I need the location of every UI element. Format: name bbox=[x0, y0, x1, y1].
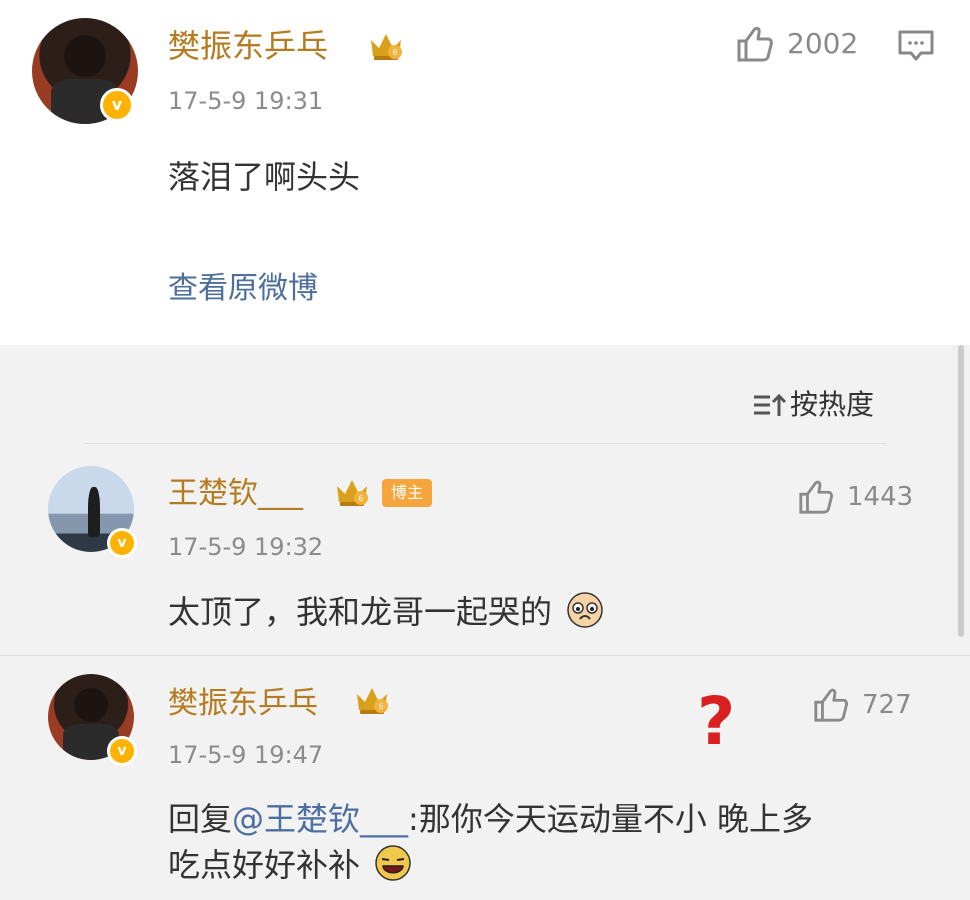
section-divider bbox=[84, 443, 886, 444]
post-author-name[interactable]: 樊振东乒乓 bbox=[168, 26, 328, 66]
reply-text: :那你今天运动量不小 晚上多 bbox=[408, 800, 813, 838]
comment-time: 17-5-9 19:32 bbox=[168, 533, 324, 561]
avatar-figure bbox=[87, 486, 100, 537]
original-post: v 樊振东乒乓 6 17-5-9 19:31 落泪了啊头头 查看原微博 2002 bbox=[0, 0, 970, 345]
sort-label: 按热度 bbox=[790, 388, 875, 421]
thumbs-up-icon bbox=[737, 26, 773, 62]
view-original-link[interactable]: 查看原微博 bbox=[168, 270, 318, 308]
thumbs-up-icon bbox=[814, 688, 848, 722]
comment-like-button[interactable]: 1443 bbox=[797, 478, 913, 516]
crown-badge-icon: 6 bbox=[371, 34, 402, 60]
comment-menu-icon[interactable] bbox=[896, 28, 936, 64]
post-time: 17-5-9 19:31 bbox=[168, 87, 324, 115]
comment-divider bbox=[0, 655, 970, 656]
comment-content: 太顶了，我和龙哥一起哭的 bbox=[168, 589, 604, 635]
avatar-head bbox=[73, 687, 109, 723]
comment-like-count: 1443 bbox=[847, 482, 914, 512]
svg-text:6: 6 bbox=[392, 48, 397, 57]
question-mark-annotation: ? bbox=[697, 683, 736, 760]
verified-badge-icon: v bbox=[107, 528, 137, 558]
laughing-face-emoji-icon bbox=[375, 845, 411, 881]
comment-author-name[interactable]: 樊振东乒乓 bbox=[168, 684, 318, 724]
comment-author-name[interactable]: 王楚钦___ bbox=[168, 474, 303, 514]
crown-badge-icon: 6 bbox=[337, 480, 368, 506]
comment-like-count: 727 bbox=[862, 690, 912, 720]
verified-badge-icon: v bbox=[107, 736, 137, 766]
verified-badge-icon: v bbox=[100, 88, 134, 122]
svg-text:6: 6 bbox=[358, 494, 363, 503]
post-like-count: 2002 bbox=[787, 27, 859, 60]
comment-text: 太顶了，我和龙哥一起哭的 bbox=[168, 593, 553, 631]
sort-icon bbox=[754, 393, 786, 416]
comment-time: 17-5-9 19:47 bbox=[168, 741, 324, 769]
reply-text-line-2: 吃点好好补补 bbox=[168, 846, 361, 884]
scrollbar[interactable] bbox=[958, 345, 964, 637]
post-content: 落泪了啊头头 bbox=[168, 158, 361, 196]
crown-badge-icon: 6 bbox=[357, 688, 388, 714]
crying-face-emoji-icon bbox=[567, 592, 603, 628]
comment-like-button[interactable]: 727 bbox=[812, 686, 912, 724]
svg-text:6: 6 bbox=[378, 702, 383, 711]
sort-by-hot-button[interactable]: 按热度 bbox=[752, 388, 874, 422]
comment-reply: 回复@王楚钦___:那你今天运动量不小 晚上多 吃点好好补补 bbox=[168, 796, 928, 888]
blogger-badge: 博主 bbox=[382, 479, 433, 507]
thumbs-up-icon bbox=[799, 480, 833, 514]
avatar-head bbox=[63, 34, 107, 78]
mention-link[interactable]: @王楚钦___ bbox=[232, 800, 408, 838]
post-like-button[interactable]: 2002 bbox=[735, 24, 858, 64]
reply-prefix: 回复 bbox=[168, 800, 233, 838]
